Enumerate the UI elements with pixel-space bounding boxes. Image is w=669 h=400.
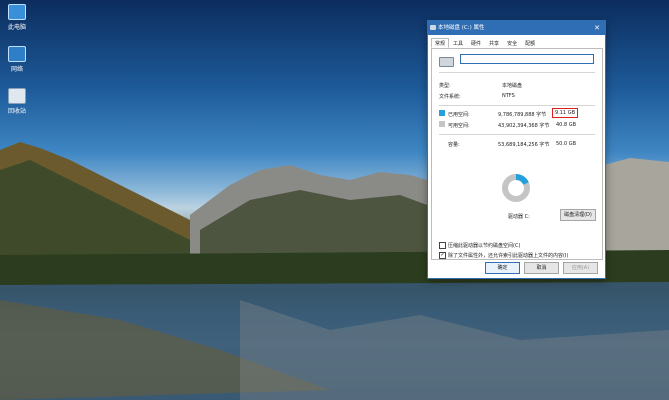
tab-sharing[interactable]: 共享 bbox=[485, 38, 503, 48]
cancel-button[interactable]: 取消 bbox=[524, 262, 559, 274]
desktop-background: 此电脑 网络 回收站 本地磁盘 (C:) 属性 ✕ 常规 工具 硬件 共享 安全… bbox=[0, 0, 669, 400]
tab-quota[interactable]: 配额 bbox=[521, 38, 539, 48]
index-label: 除了文件属性外，还允许索引此驱动器上文件的内容(I) bbox=[448, 253, 569, 259]
dialog-titlebar[interactable]: 本地磁盘 (C:) 属性 ✕ bbox=[428, 21, 605, 35]
used-space-bytes: 9,786,789,888 字节 bbox=[498, 112, 547, 118]
tab-security[interactable]: 安全 bbox=[503, 38, 521, 48]
disk-usage-donut bbox=[502, 174, 530, 202]
general-tab-panel: 类型: 本地磁盘 文件系统: NTFS 已用空间: 9,786,789,888 … bbox=[431, 48, 603, 260]
disk-cleanup-button[interactable]: 磁盘清理(D) bbox=[560, 209, 596, 221]
drive-icon bbox=[430, 25, 436, 30]
used-space-label: 已用空间: bbox=[448, 112, 470, 118]
tab-hardware[interactable]: 硬件 bbox=[467, 38, 485, 48]
desktop-icon-recycle-bin[interactable]: 回收站 bbox=[0, 88, 34, 115]
dialog-title: 本地磁盘 (C:) 属性 bbox=[438, 25, 485, 31]
filesystem-label: 文件系统: bbox=[439, 94, 461, 100]
capacity-bytes: 53,689,184,256 字节 bbox=[498, 142, 550, 148]
apply-button[interactable]: 应用(A) bbox=[563, 262, 598, 274]
desktop-icon-network[interactable]: 网络 bbox=[0, 46, 34, 73]
type-value: 本地磁盘 bbox=[502, 83, 523, 89]
close-button[interactable]: ✕ bbox=[591, 21, 603, 35]
volume-name-input[interactable] bbox=[460, 54, 594, 64]
free-space-gb: 40.8 GB bbox=[556, 122, 577, 128]
tab-general[interactable]: 常规 bbox=[431, 38, 450, 48]
capacity-gb: 50.0 GB bbox=[556, 141, 577, 147]
disk-drive-icon bbox=[439, 57, 454, 67]
filesystem-value: NTFS bbox=[502, 93, 515, 99]
network-icon bbox=[8, 46, 26, 62]
desktop-icon-this-pc[interactable]: 此电脑 bbox=[0, 4, 34, 31]
compress-checkbox[interactable] bbox=[439, 242, 446, 249]
used-space-swatch bbox=[439, 110, 445, 116]
free-space-swatch bbox=[439, 121, 445, 127]
drive-letter-label: 驱动器 C: bbox=[508, 214, 530, 220]
tab-tools[interactable]: 工具 bbox=[449, 38, 467, 48]
free-space-label: 可用空间: bbox=[448, 123, 470, 129]
capacity-label: 容量: bbox=[448, 142, 460, 148]
tab-strip: 常规 工具 硬件 共享 安全 配额 bbox=[431, 38, 539, 48]
computer-icon bbox=[8, 4, 26, 20]
free-space-bytes: 43,902,394,368 字节 bbox=[498, 123, 550, 129]
ok-button[interactable]: 确定 bbox=[485, 262, 520, 274]
recycle-bin-icon bbox=[8, 88, 26, 104]
disk-properties-dialog: 本地磁盘 (C:) 属性 ✕ 常规 工具 硬件 共享 安全 配额 类型: 本地磁… bbox=[427, 20, 606, 279]
index-checkbox[interactable]: ✓ bbox=[439, 252, 446, 259]
divider bbox=[439, 72, 595, 73]
compress-label: 压缩此驱动器以节约磁盘空间(C) bbox=[448, 243, 521, 249]
divider bbox=[439, 134, 595, 135]
divider bbox=[439, 105, 595, 106]
type-label: 类型: bbox=[439, 83, 451, 89]
used-space-gb: 9.11 GB bbox=[552, 108, 578, 118]
